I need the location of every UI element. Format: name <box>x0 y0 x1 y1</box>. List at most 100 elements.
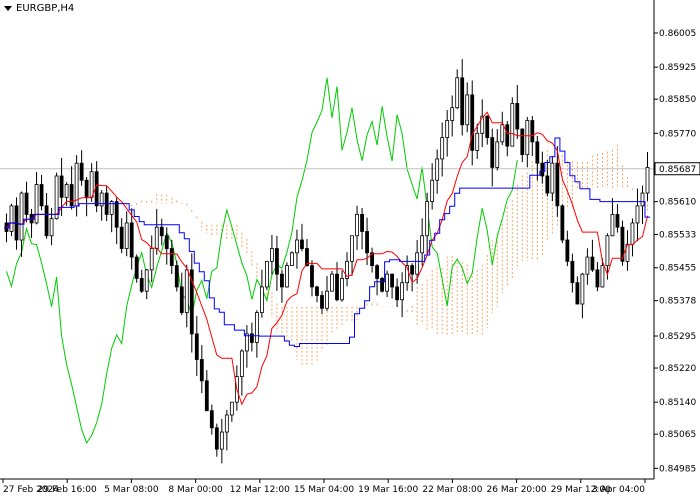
chikou-span-line <box>6 77 518 444</box>
candle-body <box>555 162 560 207</box>
symbol-title-text: EURGBP,H4 <box>16 3 75 14</box>
candle-body <box>540 162 545 177</box>
time-tick-label: 12 Mar 12:00 <box>230 485 290 495</box>
candle-body <box>365 231 369 254</box>
price-tick-label: 0.85533 <box>659 230 696 240</box>
candle-body <box>545 175 550 194</box>
candle-body <box>375 265 379 279</box>
candle-body <box>89 171 94 198</box>
candle-body <box>244 333 249 352</box>
candle-body <box>259 286 264 313</box>
candle-body <box>590 256 595 271</box>
candle-body <box>9 205 14 232</box>
time-axis: 27 Feb 202429 Feb 16:00 5 Mar 08:00 8 Mar … <box>2 479 646 495</box>
candle-body <box>59 175 64 198</box>
candle-body <box>69 184 74 207</box>
candle-body <box>194 333 199 360</box>
candle-body <box>605 235 610 267</box>
candle-body <box>169 248 174 267</box>
time-tick-label: 8 Mar 00:00 <box>168 485 223 495</box>
candle-body <box>575 282 580 305</box>
candle-body <box>470 94 475 151</box>
candle-body <box>410 265 415 275</box>
candle-body <box>239 350 244 377</box>
candle-body <box>119 226 124 249</box>
time-tick-label: 19 Mar 16:00 <box>358 485 418 495</box>
candle-body <box>610 213 615 237</box>
candle-body <box>335 273 339 301</box>
candle-body <box>49 218 54 237</box>
candle-body <box>310 265 314 288</box>
candle-body <box>229 401 234 416</box>
chart-canvas[interactable]: 0.860050.859250.858500.857700.856900.856… <box>0 0 700 500</box>
candle-body <box>585 256 590 275</box>
candle-body <box>455 77 460 109</box>
candle-body <box>420 235 425 254</box>
candle-body <box>520 128 525 156</box>
candle-body <box>435 158 440 181</box>
candle-body <box>640 192 645 207</box>
candle-body <box>350 235 354 262</box>
candle-body <box>134 256 139 279</box>
time-tick-label: 3 Apr 04:00 <box>592 485 645 495</box>
candle-body <box>280 273 284 288</box>
candle-body <box>79 162 84 181</box>
price-axis: 0.860050.859250.858500.857700.856900.856… <box>654 29 696 474</box>
candle-body <box>149 248 154 271</box>
candle-body <box>495 141 500 168</box>
candle-body <box>450 107 455 121</box>
candle-body <box>209 410 214 429</box>
candle-body <box>580 273 585 305</box>
candle-body <box>400 282 405 301</box>
candle-body <box>325 290 329 309</box>
candle-body <box>265 260 269 288</box>
candle-body <box>550 162 555 194</box>
candle-body <box>300 239 304 249</box>
time-tick-label: 26 Mar 20:00 <box>487 485 547 495</box>
candle-body <box>114 201 119 228</box>
candle-body <box>490 137 495 168</box>
candle-body <box>254 312 259 343</box>
price-tick-label: 0.85140 <box>659 398 696 408</box>
candle-body <box>630 222 635 245</box>
candle-body <box>380 278 384 292</box>
current-price-label: 0.85687 <box>659 165 696 175</box>
candle-body <box>525 120 530 156</box>
candle-body <box>645 167 650 194</box>
candle-body <box>445 120 450 138</box>
candle-body <box>285 265 289 288</box>
candle-body <box>415 252 420 275</box>
price-tick-label: 0.85610 <box>659 198 696 208</box>
candle-body <box>360 213 364 232</box>
price-tick-label: 0.86005 <box>659 29 696 39</box>
candle-body <box>570 260 575 284</box>
candle-body <box>530 120 535 143</box>
candle-body <box>615 213 620 228</box>
candle-body <box>275 248 279 275</box>
candle-body <box>290 252 294 267</box>
price-tick-label: 0.85065 <box>659 430 696 440</box>
candle-body <box>330 273 334 292</box>
candle-body <box>565 239 570 262</box>
symbol-title: EURGBP,H4 <box>4 3 74 14</box>
candle-body <box>340 278 344 301</box>
candle-body <box>159 226 164 237</box>
candle-body <box>124 222 129 249</box>
candle-body <box>219 431 224 450</box>
candle-body <box>600 265 605 288</box>
candle-body <box>164 235 169 249</box>
candle-body <box>355 213 359 237</box>
candle-body <box>249 333 254 343</box>
price-tick-label: 0.84985 <box>659 464 696 474</box>
chart-area[interactable]: 0.860050.859250.858500.857700.856900.856… <box>0 0 700 500</box>
candle-body <box>425 201 430 237</box>
price-tick-label: 0.85220 <box>659 364 696 374</box>
price-tick-label: 0.85295 <box>659 332 696 342</box>
candle-body <box>24 192 29 215</box>
dropdown-arrow-icon[interactable] <box>4 5 12 11</box>
candle-body <box>224 414 229 433</box>
candle-body <box>460 77 465 126</box>
candle-body <box>500 124 505 143</box>
candle-body <box>505 124 510 147</box>
price-tick-label: 0.85925 <box>659 63 696 73</box>
